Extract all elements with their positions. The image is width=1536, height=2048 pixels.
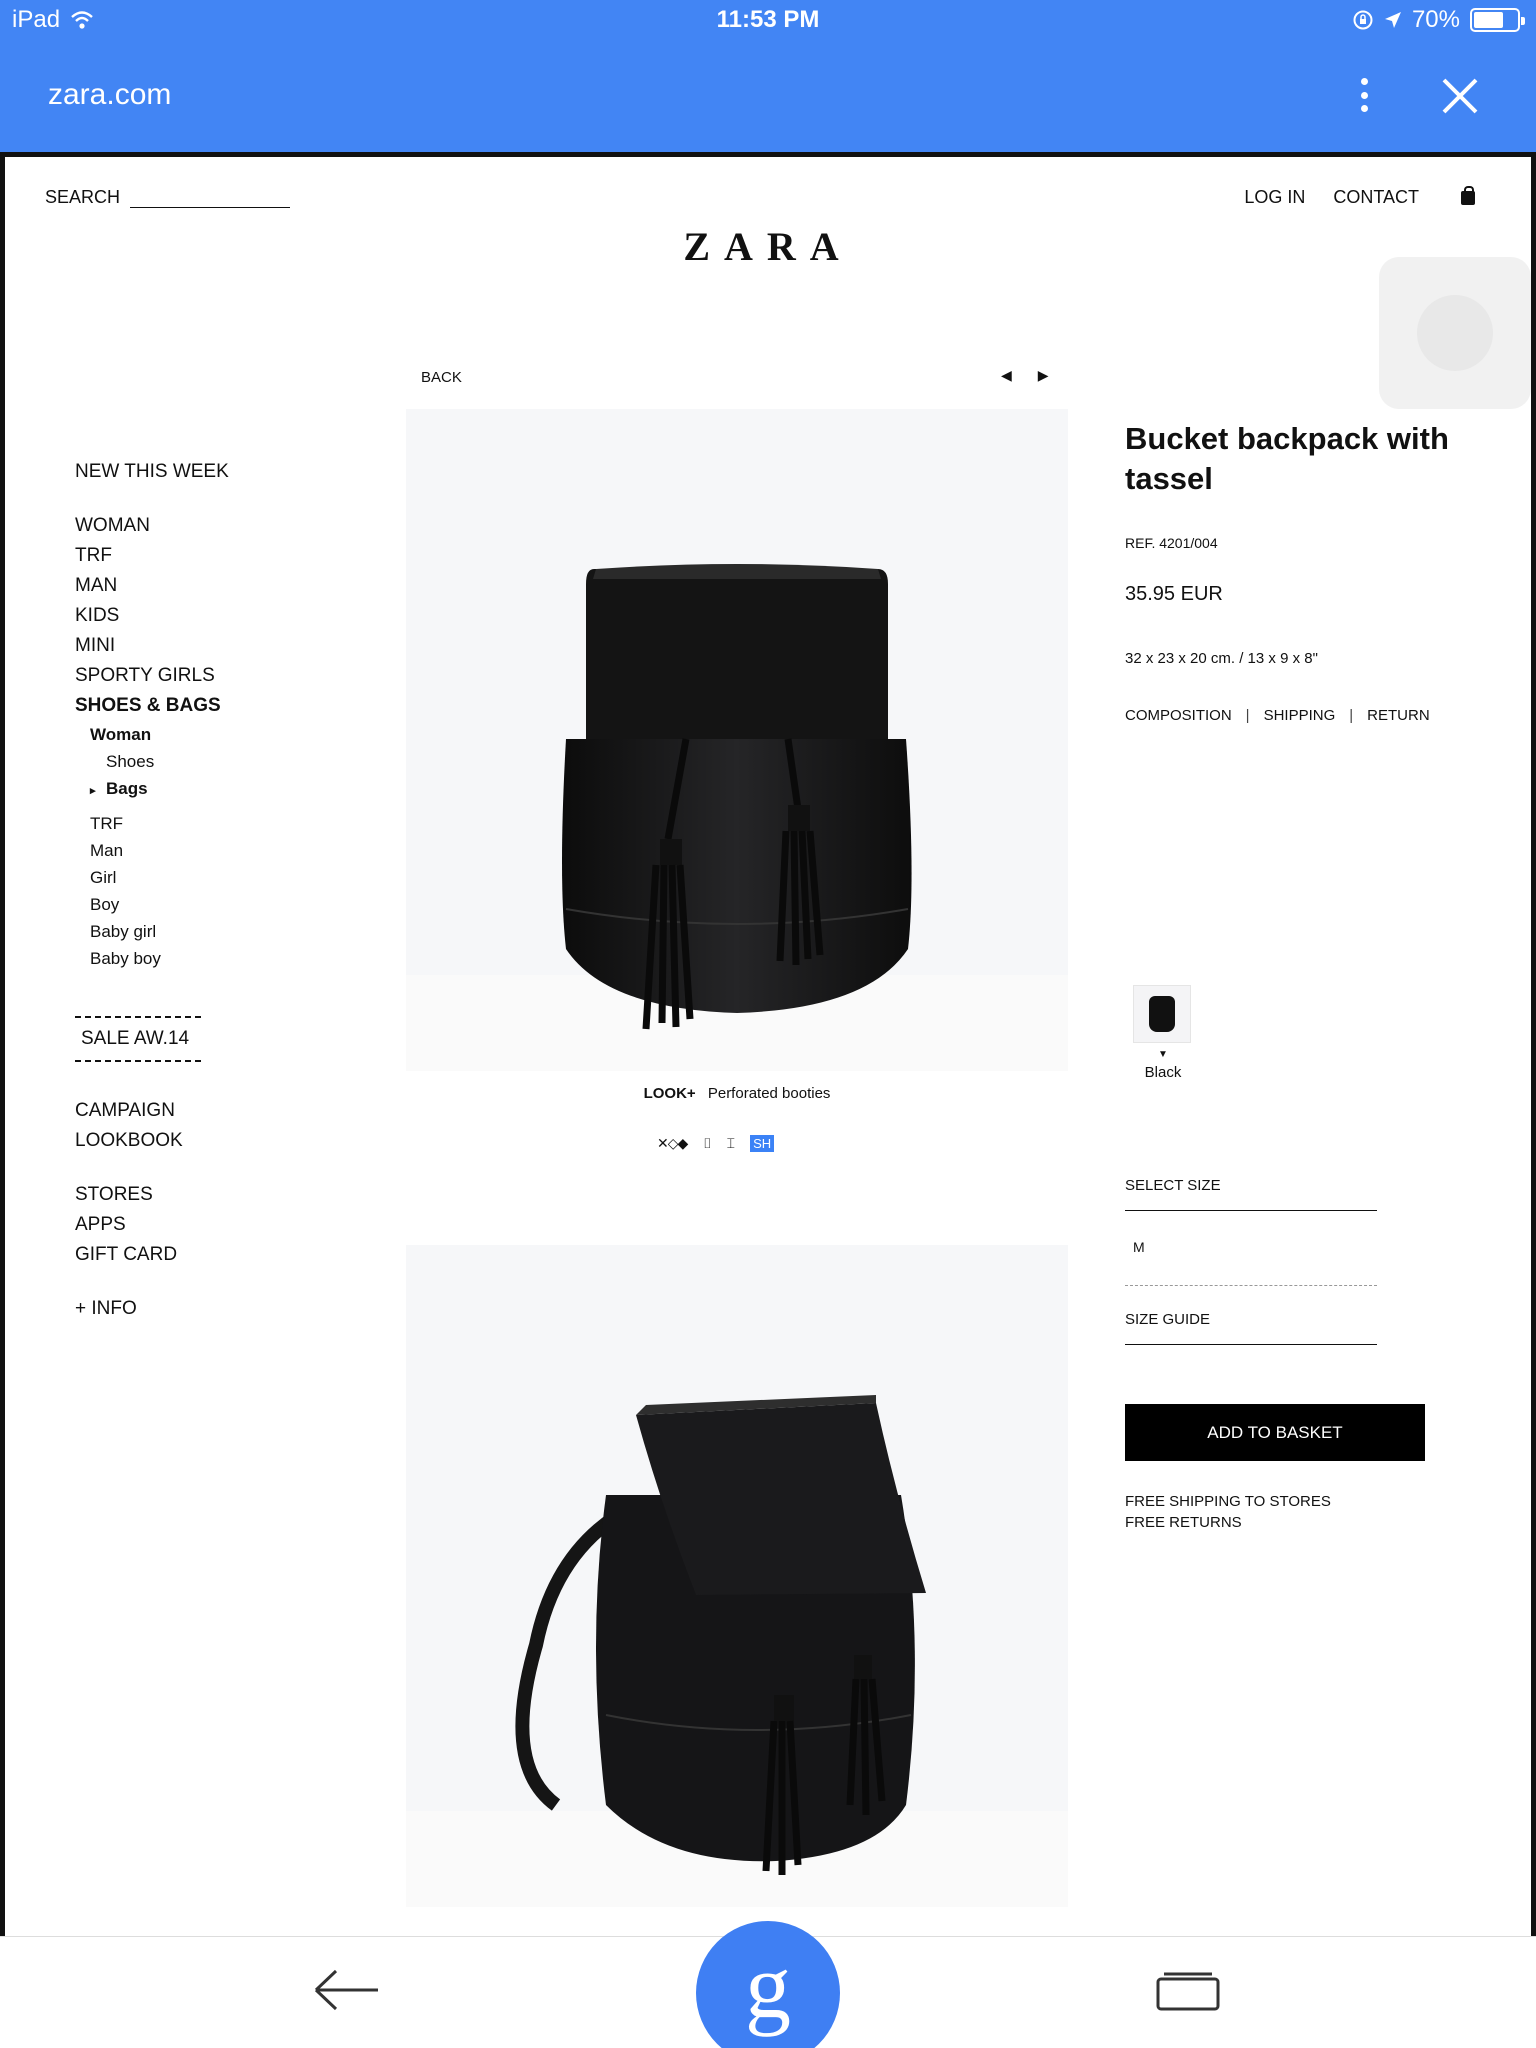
location-icon <box>1384 12 1401 28</box>
nav-man[interactable]: MAN <box>75 571 355 601</box>
product-pager: ◀ ▶ <box>1001 367 1049 384</box>
backpack-front-image <box>562 564 912 1030</box>
nav-sub-boy[interactable]: Boy <box>75 891 355 918</box>
tab-composition[interactable]: COMPOSITION <box>1125 707 1232 724</box>
look-plus-label: LOOK+ <box>643 1085 696 1102</box>
product-photo-front[interactable] <box>406 409 1068 1071</box>
size-option-m[interactable]: M <box>1133 1239 1145 1255</box>
look-thumb[interactable]: ⌷ <box>703 1135 711 1152</box>
basket-icon[interactable] <box>1461 185 1475 205</box>
contact-link[interactable]: CONTACT <box>1333 187 1419 208</box>
divider <box>1125 1285 1377 1286</box>
look-plus-thumbs: ✕◇◆ ⌷ ⌶ SH <box>657 1135 775 1152</box>
url-bar: zara.com <box>0 60 1536 140</box>
nav-stores[interactable]: STORES <box>75 1180 355 1210</box>
search-box[interactable]: SEARCH <box>45 187 291 208</box>
add-to-basket-button[interactable]: ADD TO BASKET <box>1125 1404 1425 1461</box>
nav-info[interactable]: + INFO <box>75 1294 355 1324</box>
nav-sub-trf[interactable]: TRF <box>75 810 355 837</box>
search-label: SEARCH <box>45 187 121 207</box>
product-title: Bucket backpack with tassel <box>1125 421 1449 496</box>
status-bar: iPad 11:53 PM 70% <box>0 0 1536 42</box>
nav-sub-man[interactable]: Man <box>75 837 355 864</box>
share-button[interactable]: SH <box>750 1135 775 1152</box>
google-icon[interactable]: g <box>696 1921 840 2048</box>
size-guide-link[interactable]: SIZE GUIDE <box>1125 1311 1377 1345</box>
web-page: SEARCH LOG IN CONTACT ZARA NEW THIS WEEK… <box>0 152 1536 1936</box>
browser-topbar: iPad 11:53 PM 70% zara.com <box>0 0 1536 152</box>
nav-sporty-girls[interactable]: SPORTY GIRLS <box>75 661 355 691</box>
more-vert-icon[interactable] <box>1352 70 1376 120</box>
product-dimensions: 32 x 23 x 20 cm. / 13 x 9 x 8" <box>1125 650 1318 667</box>
back-link[interactable]: BACK <box>421 369 462 386</box>
header-links: LOG IN CONTACT <box>1244 185 1475 208</box>
assistive-touch-button[interactable] <box>1379 257 1531 409</box>
nav-sub-girl[interactable]: Girl <box>75 864 355 891</box>
nav-trf[interactable]: TRF <box>75 541 355 571</box>
product-price: 35.95 EUR <box>1125 583 1223 605</box>
close-icon[interactable] <box>1438 74 1482 118</box>
battery-percent: 70% <box>1411 6 1460 33</box>
nav-kids[interactable]: KIDS <box>75 601 355 631</box>
nav-sub-baby-boy[interactable]: Baby boy <box>75 945 355 972</box>
nav-sale[interactable]: SALE AW.14 <box>75 1018 355 1060</box>
login-link[interactable]: LOG IN <box>1244 187 1305 208</box>
category-sidebar: NEW THIS WEEK WOMAN TRF MAN KIDS MINI SP… <box>75 457 355 1324</box>
nav-campaign[interactable]: CAMPAIGN <box>75 1096 355 1126</box>
lock-rotation-icon <box>1353 10 1373 30</box>
select-size-label: SELECT SIZE <box>1125 1177 1377 1211</box>
nav-shoes-bags[interactable]: SHOES & BAGS <box>75 691 355 721</box>
shipping-notes: FREE SHIPPING TO STORES FREE RETURNS <box>1125 1491 1331 1533</box>
swatch-thumb[interactable] <box>1133 985 1191 1043</box>
pattern-thumb[interactable]: ✕◇◆ <box>657 1135 688 1152</box>
info-tabs: COMPOSITION | SHIPPING | RETURN <box>1125 707 1430 724</box>
nav-sub-shoes[interactable]: Shoes <box>75 748 355 775</box>
free-shipping-note: FREE SHIPPING TO STORES <box>1125 1493 1331 1510</box>
product-info: Bucket backpack with tassel REF. 4201/00… <box>1125 419 1465 724</box>
nav-lookbook[interactable]: LOOKBOOK <box>75 1126 355 1156</box>
nav-sub-woman[interactable]: Woman <box>75 721 355 748</box>
next-arrow-icon[interactable]: ▶ <box>1038 367 1049 384</box>
nav-mini[interactable]: MINI <box>75 631 355 661</box>
backpack-side-image <box>515 1395 926 1875</box>
selected-indicator-icon: ▼ <box>1158 1049 1168 1060</box>
back-arrow-icon[interactable] <box>312 1965 382 2015</box>
nav-gift-card[interactable]: GIFT CARD <box>75 1240 355 1270</box>
url-text[interactable]: zara.com <box>48 78 171 112</box>
product-ref: REF. 4201/004 <box>1125 535 1218 551</box>
zara-logo[interactable]: ZARA <box>5 223 1531 270</box>
look-plus-item[interactable]: Perforated booties <box>708 1085 831 1102</box>
nav-sub-bags[interactable]: Bags <box>75 775 355 802</box>
search-input[interactable] <box>130 188 291 208</box>
clock: 11:53 PM <box>716 6 820 33</box>
look-plus[interactable]: LOOK+ Perforated booties <box>406 1085 1068 1102</box>
color-swatch[interactable]: ▼ Black <box>1133 985 1193 1081</box>
look-thumb[interactable]: ⌶ <box>727 1135 735 1152</box>
tabs-icon[interactable] <box>1156 1971 1220 2011</box>
nav-sub-baby-girl[interactable]: Baby girl <box>75 918 355 945</box>
color-name: Black <box>1144 1064 1182 1081</box>
free-returns-note: FREE RETURNS <box>1125 1514 1242 1531</box>
battery-icon <box>1470 8 1525 32</box>
tab-return[interactable]: RETURN <box>1367 707 1430 724</box>
tab-shipping[interactable]: SHIPPING <box>1264 707 1336 724</box>
product-photo-side[interactable] <box>406 1245 1068 1907</box>
google-bottom-bar: g <box>0 1921 1536 2048</box>
prev-arrow-icon[interactable]: ◀ <box>1001 367 1012 384</box>
nav-woman[interactable]: WOMAN <box>75 511 355 541</box>
nav-new-this-week[interactable]: NEW THIS WEEK <box>75 457 355 487</box>
nav-apps[interactable]: APPS <box>75 1210 355 1240</box>
